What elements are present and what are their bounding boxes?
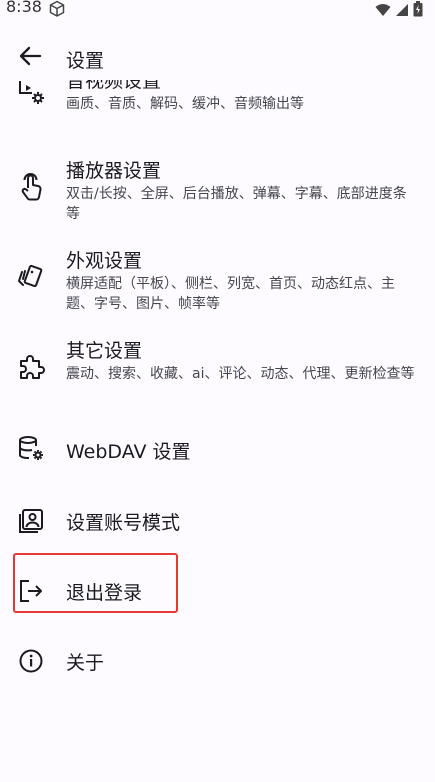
settings-item-av[interactable]: 音视频设置 画质、音质、解码、缓冲、音频输出等: [0, 80, 435, 136]
video-settings-icon: [16, 80, 46, 108]
style-icon: [16, 262, 46, 292]
settings-item-account-mode[interactable]: 设置账号模式: [0, 484, 435, 554]
settings-item-subtitle: 震动、搜索、收藏、ai、评论、动态、代理、更新检查等: [66, 366, 415, 382]
highlight-box: [13, 553, 178, 613]
settings-item-about[interactable]: 关于: [0, 624, 435, 694]
settings-item-subtitle: 横屏适配（平板）、侧栏、列宽、首页、动态红点、主题、字号、图片、帧率等: [66, 276, 395, 312]
battery-icon: [413, 1, 423, 21]
status-bar: 8:38: [0, 0, 435, 20]
info-icon: [16, 646, 46, 676]
settings-list[interactable]: 音视频设置 画质、音质、解码、缓冲、音频输出等 播放器设置 双击/长按、全屏、后…: [0, 80, 435, 782]
account-box-icon: [16, 506, 46, 536]
settings-item-title: 播放器设置: [66, 160, 162, 182]
extension-icon: [16, 352, 46, 382]
settings-item-title: 设置账号模式: [66, 512, 181, 534]
page-title: 设置: [66, 50, 105, 72]
cube-icon: [48, 0, 66, 18]
settings-item-title: 音视频设置: [66, 80, 162, 92]
settings-item-title: WebDAV 设置: [66, 441, 191, 463]
settings-item-title: 关于: [66, 652, 105, 674]
touch-icon: [16, 172, 46, 202]
wifi-icon: [375, 2, 391, 21]
settings-item-subtitle: 双击/长按、全屏、后台播放、弹幕、字幕、底部进度条等: [66, 186, 407, 222]
arrow-back-icon: [18, 45, 42, 71]
settings-item-appearance[interactable]: 外观设置 横屏适配（平板）、侧栏、列宽、首页、动态红点、主题、字号、图片、帧率等: [0, 234, 435, 324]
settings-item-title: 外观设置: [66, 250, 143, 272]
back-button[interactable]: [14, 44, 46, 72]
settings-item-title: 其它设置: [66, 340, 143, 362]
settings-item-player[interactable]: 播放器设置 双击/长按、全屏、后台播放、弹幕、字幕、底部进度条等: [0, 144, 435, 234]
settings-item-webdav[interactable]: WebDAV 设置: [0, 414, 435, 484]
settings-item-subtitle: 画质、音质、解码、缓冲、音频输出等: [66, 96, 304, 112]
database-settings-icon: [16, 434, 46, 464]
cellular-signal-icon: [395, 2, 409, 21]
settings-item-other[interactable]: 其它设置 震动、搜索、收藏、ai、评论、动态、代理、更新检查等: [0, 324, 435, 414]
status-icons: [375, 1, 423, 21]
status-time: 8:38: [6, 0, 42, 16]
app-bar: 设置: [0, 36, 435, 80]
